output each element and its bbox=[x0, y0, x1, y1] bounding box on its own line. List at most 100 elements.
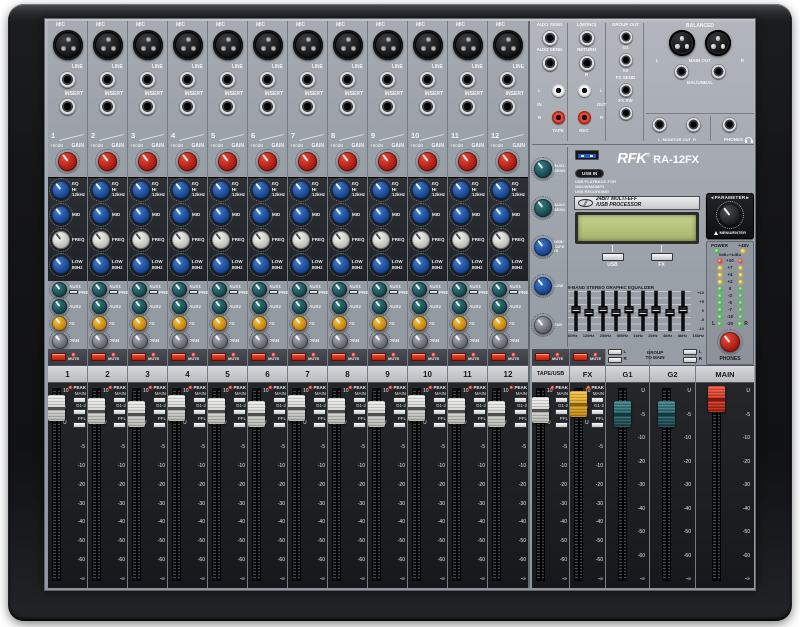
low-eq-knob[interactable] bbox=[92, 256, 110, 274]
hi-eq-knob[interactable] bbox=[492, 181, 510, 199]
aux1-pre-button[interactable] bbox=[149, 290, 158, 295]
geq-band-slider[interactable] bbox=[638, 309, 647, 316]
mid-freq-knob[interactable] bbox=[452, 231, 470, 249]
hi-eq-knob[interactable] bbox=[332, 181, 350, 199]
main-assign-button[interactable] bbox=[555, 397, 568, 403]
channel-fader[interactable] bbox=[88, 398, 105, 424]
gain-knob[interactable] bbox=[338, 152, 357, 171]
channel-fader[interactable] bbox=[168, 395, 185, 421]
aux2-level-knob[interactable] bbox=[92, 299, 107, 314]
phones-level-knob[interactable] bbox=[720, 332, 740, 352]
hi-eq-knob[interactable] bbox=[412, 181, 430, 199]
fx-level-knob[interactable] bbox=[172, 316, 187, 331]
aux2-level-knob[interactable] bbox=[212, 299, 227, 314]
pfl-button[interactable] bbox=[313, 422, 326, 428]
mid-freq-knob[interactable] bbox=[332, 231, 350, 249]
mid-eq-knob[interactable] bbox=[212, 206, 230, 224]
aux1-level-knob[interactable] bbox=[412, 282, 427, 297]
gain-knob[interactable] bbox=[138, 152, 157, 171]
mid-freq-knob[interactable] bbox=[212, 231, 230, 249]
low-eq-knob[interactable] bbox=[212, 256, 230, 274]
hi-eq-knob[interactable] bbox=[452, 181, 470, 199]
mute-button[interactable] bbox=[51, 353, 66, 361]
aux2-level-knob[interactable] bbox=[372, 299, 387, 314]
pfl-button[interactable] bbox=[433, 422, 446, 428]
group-assign-button[interactable] bbox=[393, 409, 406, 415]
mute-button[interactable] bbox=[331, 353, 346, 361]
aux1-level-knob[interactable] bbox=[332, 282, 347, 297]
low-eq-knob[interactable] bbox=[372, 256, 390, 274]
main-assign-button[interactable] bbox=[113, 397, 126, 403]
fx-level-knob[interactable] bbox=[212, 316, 227, 331]
aux1-pre-button[interactable] bbox=[69, 290, 78, 295]
group2-to-main-l-button[interactable] bbox=[683, 349, 697, 355]
aux2-level-knob[interactable] bbox=[252, 299, 267, 314]
geq-band-slider[interactable] bbox=[625, 306, 634, 313]
usb-mode-button[interactable] bbox=[602, 253, 624, 261]
channel-fader[interactable] bbox=[408, 395, 425, 421]
pan-knob[interactable] bbox=[492, 333, 508, 349]
group-assign-button[interactable] bbox=[473, 409, 486, 415]
mid-freq-knob[interactable] bbox=[52, 231, 70, 249]
channel-fader[interactable] bbox=[48, 395, 65, 421]
geq-band-slider[interactable] bbox=[598, 306, 607, 313]
pan-knob[interactable] bbox=[212, 333, 228, 349]
pfl-button[interactable] bbox=[73, 422, 86, 428]
channel-fader[interactable] bbox=[368, 401, 385, 427]
fx-level-knob[interactable] bbox=[492, 316, 507, 331]
pan-knob[interactable] bbox=[252, 333, 268, 349]
aux1-level-knob[interactable] bbox=[92, 282, 107, 297]
aux1-level-knob[interactable] bbox=[452, 282, 467, 297]
group1-to-main-r-button[interactable] bbox=[608, 357, 622, 363]
aux1-pre-button[interactable] bbox=[349, 290, 358, 295]
fx-mode-button[interactable] bbox=[651, 253, 673, 261]
low-eq-knob[interactable] bbox=[52, 256, 70, 274]
group-assign-button[interactable] bbox=[514, 409, 527, 415]
aux1-level-knob[interactable] bbox=[252, 282, 267, 297]
low-eq-knob[interactable] bbox=[292, 256, 310, 274]
mid-freq-knob[interactable] bbox=[92, 231, 110, 249]
mute-button[interactable] bbox=[411, 353, 426, 361]
aux1-pre-button[interactable] bbox=[429, 290, 438, 295]
usb-port[interactable] bbox=[575, 150, 599, 160]
aux1-level-knob[interactable] bbox=[52, 282, 67, 297]
group-assign-button[interactable] bbox=[433, 409, 446, 415]
pan-knob[interactable] bbox=[52, 333, 68, 349]
mid-freq-knob[interactable] bbox=[292, 231, 310, 249]
mute-button[interactable] bbox=[211, 353, 226, 361]
aux1-level-knob[interactable] bbox=[212, 282, 227, 297]
aux1-pre-button[interactable] bbox=[189, 290, 198, 295]
aux1-pre-button[interactable] bbox=[389, 290, 398, 295]
mid-eq-knob[interactable] bbox=[332, 206, 350, 224]
pfl-button[interactable] bbox=[193, 422, 206, 428]
channel-fader[interactable] bbox=[128, 401, 145, 427]
pfl-button[interactable] bbox=[514, 422, 527, 428]
geq-band-slider[interactable] bbox=[652, 306, 661, 313]
pfl-button[interactable] bbox=[591, 422, 604, 428]
geq-band-slider[interactable] bbox=[612, 309, 621, 316]
pfl-button[interactable] bbox=[555, 422, 568, 428]
channel-fader[interactable] bbox=[328, 398, 345, 424]
gain-knob[interactable] bbox=[218, 152, 237, 171]
pfl-button[interactable] bbox=[473, 422, 486, 428]
mid-eq-knob[interactable] bbox=[412, 206, 430, 224]
hi-eq-knob[interactable] bbox=[132, 181, 150, 199]
group-assign-button[interactable] bbox=[233, 409, 246, 415]
main-assign-button[interactable] bbox=[233, 397, 246, 403]
mid-eq-knob[interactable] bbox=[252, 206, 270, 224]
aux2-level-knob[interactable] bbox=[492, 299, 507, 314]
main-fader[interactable] bbox=[708, 386, 725, 412]
mute-button[interactable] bbox=[91, 353, 106, 361]
group-assign-button[interactable] bbox=[73, 409, 86, 415]
pan-knob[interactable] bbox=[172, 333, 188, 349]
group1-to-main-l-button[interactable] bbox=[608, 349, 622, 355]
mute-button[interactable] bbox=[291, 353, 306, 361]
mid-freq-knob[interactable] bbox=[492, 231, 510, 249]
tape-usb-fader[interactable] bbox=[532, 397, 549, 423]
low-eq-knob[interactable] bbox=[492, 256, 510, 274]
fx-level-knob[interactable] bbox=[52, 316, 67, 331]
gain-knob[interactable] bbox=[58, 152, 77, 171]
main-assign-button[interactable] bbox=[393, 397, 406, 403]
group-assign-button[interactable] bbox=[313, 409, 326, 415]
aux2-level-knob[interactable] bbox=[412, 299, 427, 314]
